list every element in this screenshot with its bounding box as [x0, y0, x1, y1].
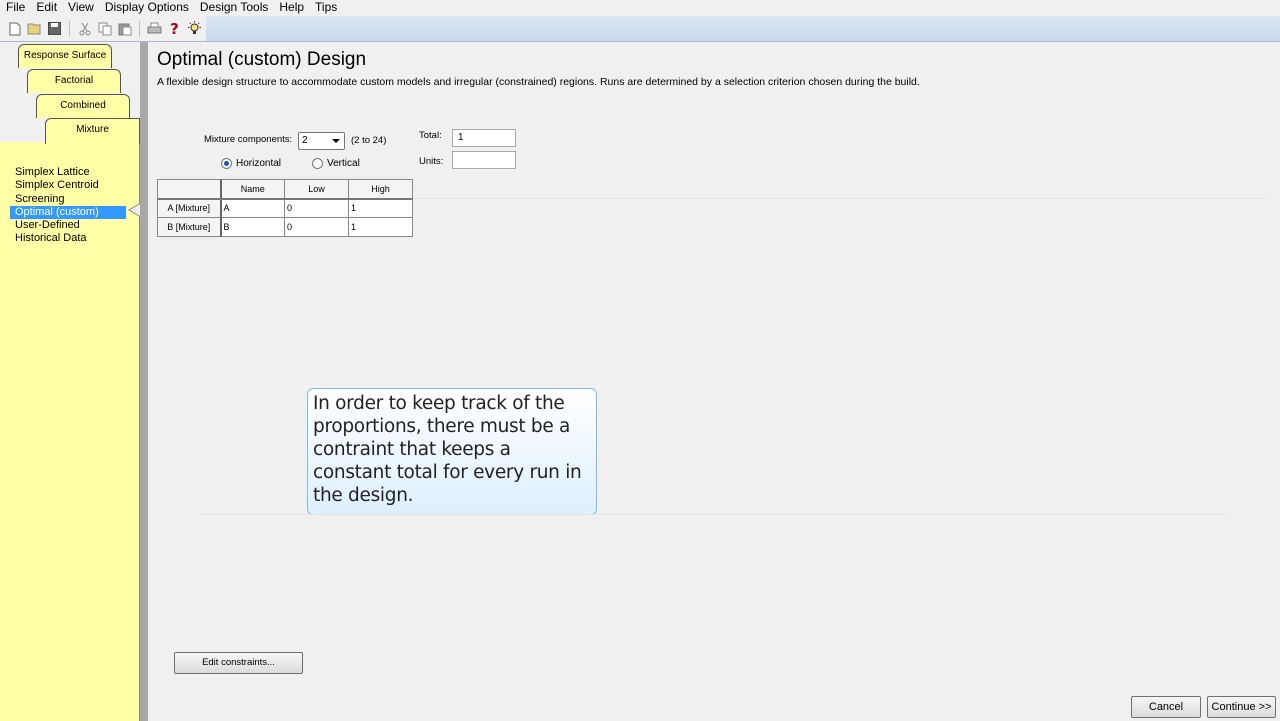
- components-table: Name Low High A [Mixture] A 0 1 B [Mixtu…: [157, 179, 413, 237]
- design-main-panel: Optimal (custom) Design A flexible desig…: [148, 42, 1280, 721]
- units-input[interactable]: [452, 151, 516, 169]
- menu-tips[interactable]: Tips: [309, 0, 342, 15]
- divider-line: [198, 514, 1228, 515]
- page-title: Optimal (custom) Design: [157, 49, 367, 70]
- edit-constraints-button[interactable]: Edit constraints...: [174, 652, 303, 674]
- tab-mixture[interactable]: Mixture: [45, 118, 140, 144]
- sidebar-item-screening[interactable]: Screening: [10, 193, 126, 206]
- horizontal-radio[interactable]: Horizontal: [221, 158, 281, 169]
- tab-factorial[interactable]: Factorial: [27, 69, 121, 93]
- total-label: Total:: [419, 130, 442, 141]
- mixture-components-dropdown[interactable]: 2: [298, 132, 345, 150]
- cell-high[interactable]: 1: [348, 217, 413, 237]
- cell-name[interactable]: B: [220, 217, 285, 237]
- total-input[interactable]: 1: [452, 129, 516, 147]
- menu-view[interactable]: View: [62, 0, 99, 15]
- menu-bar: File Edit View Display Options Design To…: [0, 0, 1280, 15]
- mixture-components-value: 2: [302, 135, 308, 146]
- chevron-down-icon: [332, 139, 340, 143]
- corner-cell: [157, 179, 222, 200]
- design-list: Simplex Lattice Simplex Centroid Screeni…: [0, 166, 140, 246]
- tab-response-surface[interactable]: Response Surface: [18, 44, 112, 68]
- sidebar-item-user-defined[interactable]: User-Defined: [10, 219, 126, 232]
- mixture-components-range: (2 to 24): [351, 135, 387, 146]
- save-icon[interactable]: [46, 20, 63, 37]
- sidebar-item-simplex-centroid[interactable]: Simplex Centroid: [10, 179, 126, 192]
- row-header-b: B [Mixture]: [157, 217, 222, 237]
- column-header-low: Low: [284, 179, 349, 200]
- toolbar-separator: [69, 20, 70, 37]
- cancel-button[interactable]: Cancel: [1131, 696, 1201, 718]
- continue-button[interactable]: Continue >>: [1207, 696, 1276, 718]
- paste-icon[interactable]: [116, 20, 133, 37]
- cell-name[interactable]: A: [220, 198, 285, 218]
- new-file-icon[interactable]: [6, 20, 23, 37]
- design-description: A flexible design structure to accommoda…: [157, 76, 920, 88]
- radio-unselected-icon: [312, 158, 323, 169]
- open-folder-icon[interactable]: [26, 20, 43, 37]
- table-header-row: Name Low High: [157, 179, 413, 200]
- vertical-radio[interactable]: Vertical: [312, 158, 360, 169]
- sidebar-item-optimal-custom[interactable]: Optimal (custom): [10, 205, 126, 220]
- menu-display-options[interactable]: Display Options: [99, 0, 194, 15]
- copy-icon[interactable]: [96, 20, 113, 37]
- row-header-a: A [Mixture]: [157, 198, 222, 218]
- table-row: B [Mixture] B 0 1: [157, 217, 413, 237]
- sidebar-divider: [140, 42, 148, 721]
- cell-low[interactable]: 0: [284, 198, 349, 218]
- units-label: Units:: [419, 156, 444, 167]
- column-header-name: Name: [220, 179, 285, 200]
- print-icon[interactable]: [146, 20, 163, 37]
- menu-help[interactable]: Help: [273, 0, 309, 15]
- mixture-components-label: Mixture components:: [204, 134, 293, 145]
- menu-design-tools[interactable]: Design Tools: [194, 0, 273, 15]
- menu-file[interactable]: File: [0, 0, 30, 15]
- cell-high[interactable]: 1: [348, 198, 413, 218]
- tab-combined[interactable]: Combined: [36, 94, 130, 118]
- help-icon[interactable]: ?: [166, 20, 183, 38]
- cell-low[interactable]: 0: [284, 217, 349, 237]
- table-row: A [Mixture] A 0 1: [157, 198, 413, 218]
- tip-callout: In order to keep track of the proportion…: [307, 388, 597, 515]
- column-header-high: High: [348, 179, 413, 200]
- sidebar-item-simplex-lattice[interactable]: Simplex Lattice: [10, 166, 126, 179]
- horizontal-radio-label: Horizontal: [236, 158, 282, 169]
- vertical-radio-label: Vertical: [327, 158, 360, 169]
- toolbar-buttons: ?: [0, 16, 206, 41]
- toolbar: ?: [0, 16, 1280, 42]
- tip-lightbulb-icon[interactable]: [186, 20, 203, 37]
- menu-edit[interactable]: Edit: [30, 0, 62, 15]
- sidebar-item-historical-data[interactable]: Historical Data: [10, 232, 126, 245]
- tab-mixture-row: Mixture: [0, 118, 140, 144]
- selection-pointer-fill: [130, 204, 140, 216]
- toolbar-separator: [139, 20, 140, 37]
- design-type-sidebar: Response Surface Factorial Combined Mixt…: [0, 42, 148, 721]
- cut-icon[interactable]: [76, 20, 93, 37]
- radio-selected-icon: [221, 158, 232, 169]
